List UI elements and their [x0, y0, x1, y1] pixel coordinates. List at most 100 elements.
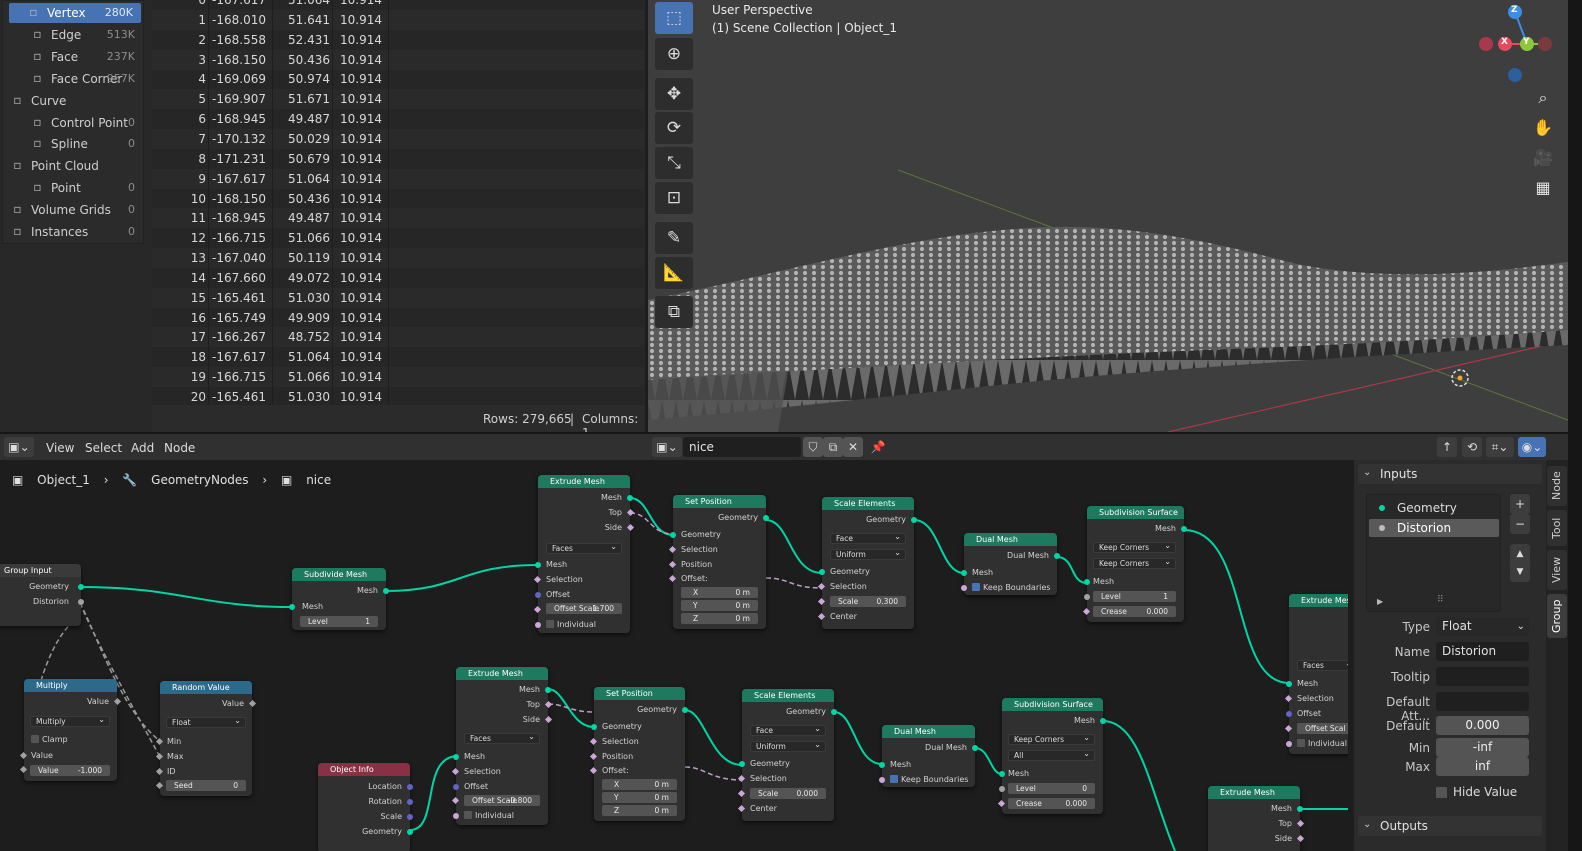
domain-item[interactable]: ▫ Volume Grids 0: [3, 200, 143, 220]
input-socket[interactable]: [999, 771, 1005, 777]
remove-input-icon[interactable]: −: [1510, 514, 1530, 534]
input-socket[interactable]: [1286, 711, 1292, 717]
offset-z-field[interactable]: Z0 m: [602, 805, 677, 816]
mode-dropdown[interactable]: Faces: [1297, 659, 1348, 671]
duplicate-icon[interactable]: ⧉: [823, 437, 843, 457]
menu-add[interactable]: Add: [131, 441, 154, 455]
select-box-icon[interactable]: ⬚: [655, 2, 693, 34]
pin-icon[interactable]: 📌: [868, 437, 888, 457]
domain-item[interactable]: ▫ Curve: [3, 91, 143, 111]
domain-item[interactable]: ▫ Face Corner 957K: [3, 69, 143, 89]
zoom-icon[interactable]: ⌕: [1530, 85, 1556, 111]
tab-group[interactable]: Group: [1547, 594, 1567, 638]
node-random-value[interactable]: Random Value Value Float Min Max ID Seed…: [155, 681, 257, 796]
input-socket[interactable]: [535, 622, 541, 628]
pan-hand-icon[interactable]: ✋: [1530, 115, 1556, 141]
menu-node[interactable]: Node: [164, 441, 195, 455]
output-socket[interactable]: [763, 515, 769, 521]
domain-item[interactable]: ▫ Edge 513K: [3, 25, 143, 45]
input-socket[interactable]: [739, 761, 745, 767]
inputs-panel-header[interactable]: ⌄ Inputs: [1358, 464, 1542, 484]
offset-z-field[interactable]: Z0 m: [681, 613, 758, 624]
input-socket[interactable]: [453, 784, 459, 790]
input-socket[interactable]: [879, 762, 885, 768]
offset-x-field[interactable]: X0 m: [602, 779, 677, 790]
editor-type-icon[interactable]: ▣⌄: [4, 437, 34, 457]
navigation-gizmo[interactable]: Z X Y: [1474, 0, 1554, 90]
node-scale-elements-2[interactable]: Scale Elements Geometry Face Uniform Geo…: [737, 689, 837, 821]
inputs-list[interactable]: Geometry Distorion ▶ ⠿: [1366, 494, 1501, 612]
expand-icon[interactable]: ▶: [1377, 597, 1383, 606]
output-socket[interactable]: [831, 709, 837, 715]
input-socket[interactable]: [1084, 594, 1090, 600]
output-socket[interactable]: [1181, 526, 1187, 532]
cursor-icon[interactable]: ⊕: [655, 38, 693, 70]
offset-scale-field[interactable]: Offset Scal: [1297, 723, 1348, 734]
max-value-field[interactable]: inf: [1436, 757, 1529, 776]
min-value-field[interactable]: -inf: [1436, 738, 1529, 757]
type-dropdown[interactable]: Float ⌄: [1436, 617, 1529, 636]
node-scale-elements[interactable]: Scale Elements Geometry Face Uniform Geo…: [817, 497, 917, 629]
individual-checkbox[interactable]: [1297, 739, 1305, 747]
default-value-field[interactable]: 0.000: [1436, 716, 1529, 735]
crease-field[interactable]: Crease 0.000: [1093, 606, 1176, 617]
resize-grip-icon[interactable]: ⠿: [1437, 595, 1444, 605]
domain-item[interactable]: ▫ Point 0: [3, 178, 143, 198]
output-socket[interactable]: [545, 687, 551, 693]
domain-item[interactable]: ▫ Spline 0: [3, 134, 143, 154]
offset-scale-field[interactable]: Offset Scale -0.800: [464, 795, 540, 806]
output-socket[interactable]: [972, 745, 978, 751]
node-set-position[interactable]: Set Position Geometry Geometry Selection…: [668, 495, 769, 629]
uv-smooth-dropdown[interactable]: Keep Corners: [1008, 733, 1095, 745]
node-tree-browse-icon[interactable]: ▣⌄: [652, 437, 682, 457]
menu-view[interactable]: View: [46, 441, 74, 455]
output-socket[interactable]: [407, 814, 413, 820]
input-socket[interactable]: [670, 532, 676, 538]
level-field[interactable]: Level 1: [300, 616, 378, 627]
node-dual-mesh-2[interactable]: Dual Mesh Dual Mesh Mesh Keep Boundaries: [879, 725, 978, 787]
level-field[interactable]: Level 1: [1093, 591, 1176, 602]
fake-user-shield-icon[interactable]: ⛉: [803, 437, 823, 457]
input-socket[interactable]: [819, 569, 825, 575]
overlay-icon[interactable]: ◉⌄: [1518, 437, 1546, 457]
output-socket[interactable]: [682, 707, 688, 713]
output-socket[interactable]: [383, 588, 389, 594]
input-socket[interactable]: [961, 585, 967, 591]
input-socket[interactable]: [453, 813, 459, 819]
3d-viewport[interactable]: [648, 0, 1568, 432]
output-socket[interactable]: [407, 784, 413, 790]
domain-item[interactable]: ▫ Control Point 0: [3, 113, 143, 133]
transform-icon[interactable]: ⊡: [655, 182, 693, 214]
input-socket[interactable]: [535, 562, 541, 568]
data-type-dropdown[interactable]: Float: [166, 716, 246, 728]
tab-tool[interactable]: Tool: [1547, 510, 1567, 546]
keep-boundaries-checkbox[interactable]: [972, 583, 980, 591]
node-extrude-mesh-3[interactable]: Extrude Mesh Mesh Top Side: [1208, 786, 1305, 851]
measure-icon[interactable]: 📐: [655, 257, 693, 289]
default-attribute-field[interactable]: [1436, 692, 1529, 711]
link-icon[interactable]: ⟲: [1462, 437, 1482, 457]
input-item-geometry[interactable]: Geometry: [1369, 499, 1499, 517]
crease-field[interactable]: Crease 0.000: [1008, 798, 1095, 809]
output-socket[interactable]: [627, 495, 633, 501]
node-extrude-mesh[interactable]: Extrude Mesh Mesh Top Side Faces Mesh Se…: [533, 475, 635, 633]
node-group-input[interactable]: Group Input Geometry Distorion: [0, 564, 84, 626]
node-set-position-2[interactable]: Set Position Geometry Geometry Selection…: [589, 687, 688, 821]
output-socket[interactable]: [407, 829, 413, 835]
annotate-icon[interactable]: ✎: [655, 222, 693, 254]
keep-boundaries-checkbox[interactable]: [890, 775, 898, 783]
add-input-icon[interactable]: +: [1510, 494, 1530, 514]
output-socket[interactable]: [911, 517, 917, 523]
input-socket[interactable]: [453, 754, 459, 760]
node-extrude-mesh-2[interactable]: Extrude Mesh Mesh Top Side Faces Mesh Se…: [451, 667, 553, 825]
node-subdivision-surface-2[interactable]: Subdivision Surface Mesh Keep Corners Al…: [997, 698, 1106, 814]
domain-item[interactable]: ▫ Vertex 280K: [9, 3, 141, 23]
mode-dropdown[interactable]: Faces: [464, 732, 540, 744]
add-cube-icon[interactable]: ⧉: [655, 296, 693, 328]
rotate-icon[interactable]: ⟳: [655, 112, 693, 144]
move-icon[interactable]: ✥: [655, 78, 693, 110]
domain-item[interactable]: ▫ Face 237K: [3, 47, 143, 67]
scale-mode-dropdown[interactable]: Uniform: [830, 548, 906, 560]
scale-icon[interactable]: ⤡: [655, 147, 693, 179]
input-socket[interactable]: [999, 786, 1005, 792]
